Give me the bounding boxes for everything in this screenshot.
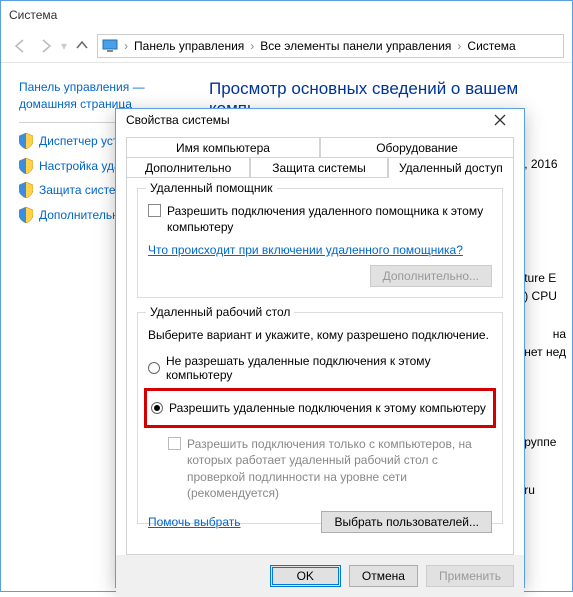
tab-panel-remote: Удаленный помощник Разрешить подключения… xyxy=(126,177,514,555)
computer-icon xyxy=(102,39,118,53)
tab-remote[interactable]: Удаленный доступ xyxy=(388,157,514,178)
radio-label: Разрешить удаленные подключения к этому … xyxy=(169,401,486,415)
group-remote-desktop: Удаленный рабочий стол Выберите вариант … xyxy=(137,312,503,524)
tab-strip: Имя компьютера Оборудование Дополнительн… xyxy=(126,137,514,555)
tab-hardware[interactable]: Оборудование xyxy=(320,137,514,158)
close-icon xyxy=(494,114,506,126)
group-title: Удаленный рабочий стол xyxy=(146,305,294,319)
checkbox-label: Разрешить подключения удаленного помощни… xyxy=(167,203,492,235)
tab-advanced[interactable]: Дополнительно xyxy=(126,157,250,178)
system-properties-dialog: Свойства системы Имя компьютера Оборудов… xyxy=(115,108,525,588)
checkbox-icon xyxy=(148,204,161,217)
radio-icon xyxy=(151,402,163,414)
group-description: Выберите вариант и укажите, кому разреше… xyxy=(148,327,492,344)
chevron-right-icon: › xyxy=(124,39,128,53)
radio-label: Не разрешать удаленные подключения к это… xyxy=(166,354,492,382)
forward-arrow-icon[interactable] xyxy=(35,35,57,57)
apply-button: Применить xyxy=(426,565,514,587)
back-arrow-icon[interactable] xyxy=(9,35,31,57)
dialog-button-row: OK Отмена Применить xyxy=(116,555,524,597)
chevron-right-icon: › xyxy=(457,39,461,53)
group-remote-assistance: Удаленный помощник Разрешить подключения… xyxy=(137,188,503,298)
group-title: Удаленный помощник xyxy=(146,181,277,195)
cancel-button[interactable]: Отмена xyxy=(349,565,418,587)
link-help-choose[interactable]: Помочь выбрать xyxy=(148,515,241,529)
partial-text: , 2016 ture E ) CPU на нет нед руппе ru xyxy=(524,155,566,499)
radio-allow-remote[interactable]: Разрешить удаленные подключения к этому … xyxy=(151,401,489,415)
breadcrumb-item[interactable]: Панель управления xyxy=(134,39,244,53)
dialog-title: Свойства системы xyxy=(126,113,230,127)
button-remote-assistance-advanced: Дополнительно... xyxy=(370,265,492,287)
close-button[interactable] xyxy=(486,109,514,131)
checkbox-label: Разрешить подключения только с компьютер… xyxy=(187,436,492,501)
shield-icon xyxy=(19,207,33,223)
nav-bar: ▾ › Панель управления › Все элементы пан… xyxy=(1,29,572,63)
button-select-users[interactable]: Выбрать пользователей... xyxy=(321,511,492,533)
tab-computer-name[interactable]: Имя компьютера xyxy=(126,137,320,158)
radio-icon xyxy=(148,362,160,374)
checkbox-allow-remote-assistance[interactable]: Разрешить подключения удаленного помощни… xyxy=(148,203,492,235)
shield-icon xyxy=(19,182,33,198)
ok-button[interactable]: OK xyxy=(270,565,341,587)
radio-deny-remote[interactable]: Не разрешать удаленные подключения к это… xyxy=(148,354,492,382)
checkbox-icon xyxy=(168,437,181,450)
window-title: Система xyxy=(9,8,57,22)
dialog-titlebar: Свойства системы xyxy=(116,109,524,131)
breadcrumb-item[interactable]: Все элементы панели управления xyxy=(260,39,451,53)
link-what-happens[interactable]: Что происходит при включении удаленного … xyxy=(148,243,463,257)
checkbox-nla-only[interactable]: Разрешить подключения только с компьютер… xyxy=(168,436,492,501)
breadcrumb-item[interactable]: Система xyxy=(467,39,515,53)
window-titlebar: Система xyxy=(1,1,572,29)
highlight-box: Разрешить удаленные подключения к этому … xyxy=(144,388,496,428)
sidebar-item-label: Диспетчер устр xyxy=(39,133,125,150)
up-arrow-icon[interactable] xyxy=(71,35,93,57)
shield-icon xyxy=(19,158,33,174)
chevron-right-icon: › xyxy=(250,39,254,53)
sidebar-item-label: Защита систем xyxy=(39,182,124,199)
address-bar[interactable]: › Панель управления › Все элементы панел… xyxy=(97,34,564,58)
shield-icon xyxy=(19,133,33,149)
tab-system-protection[interactable]: Защита системы xyxy=(250,157,387,178)
